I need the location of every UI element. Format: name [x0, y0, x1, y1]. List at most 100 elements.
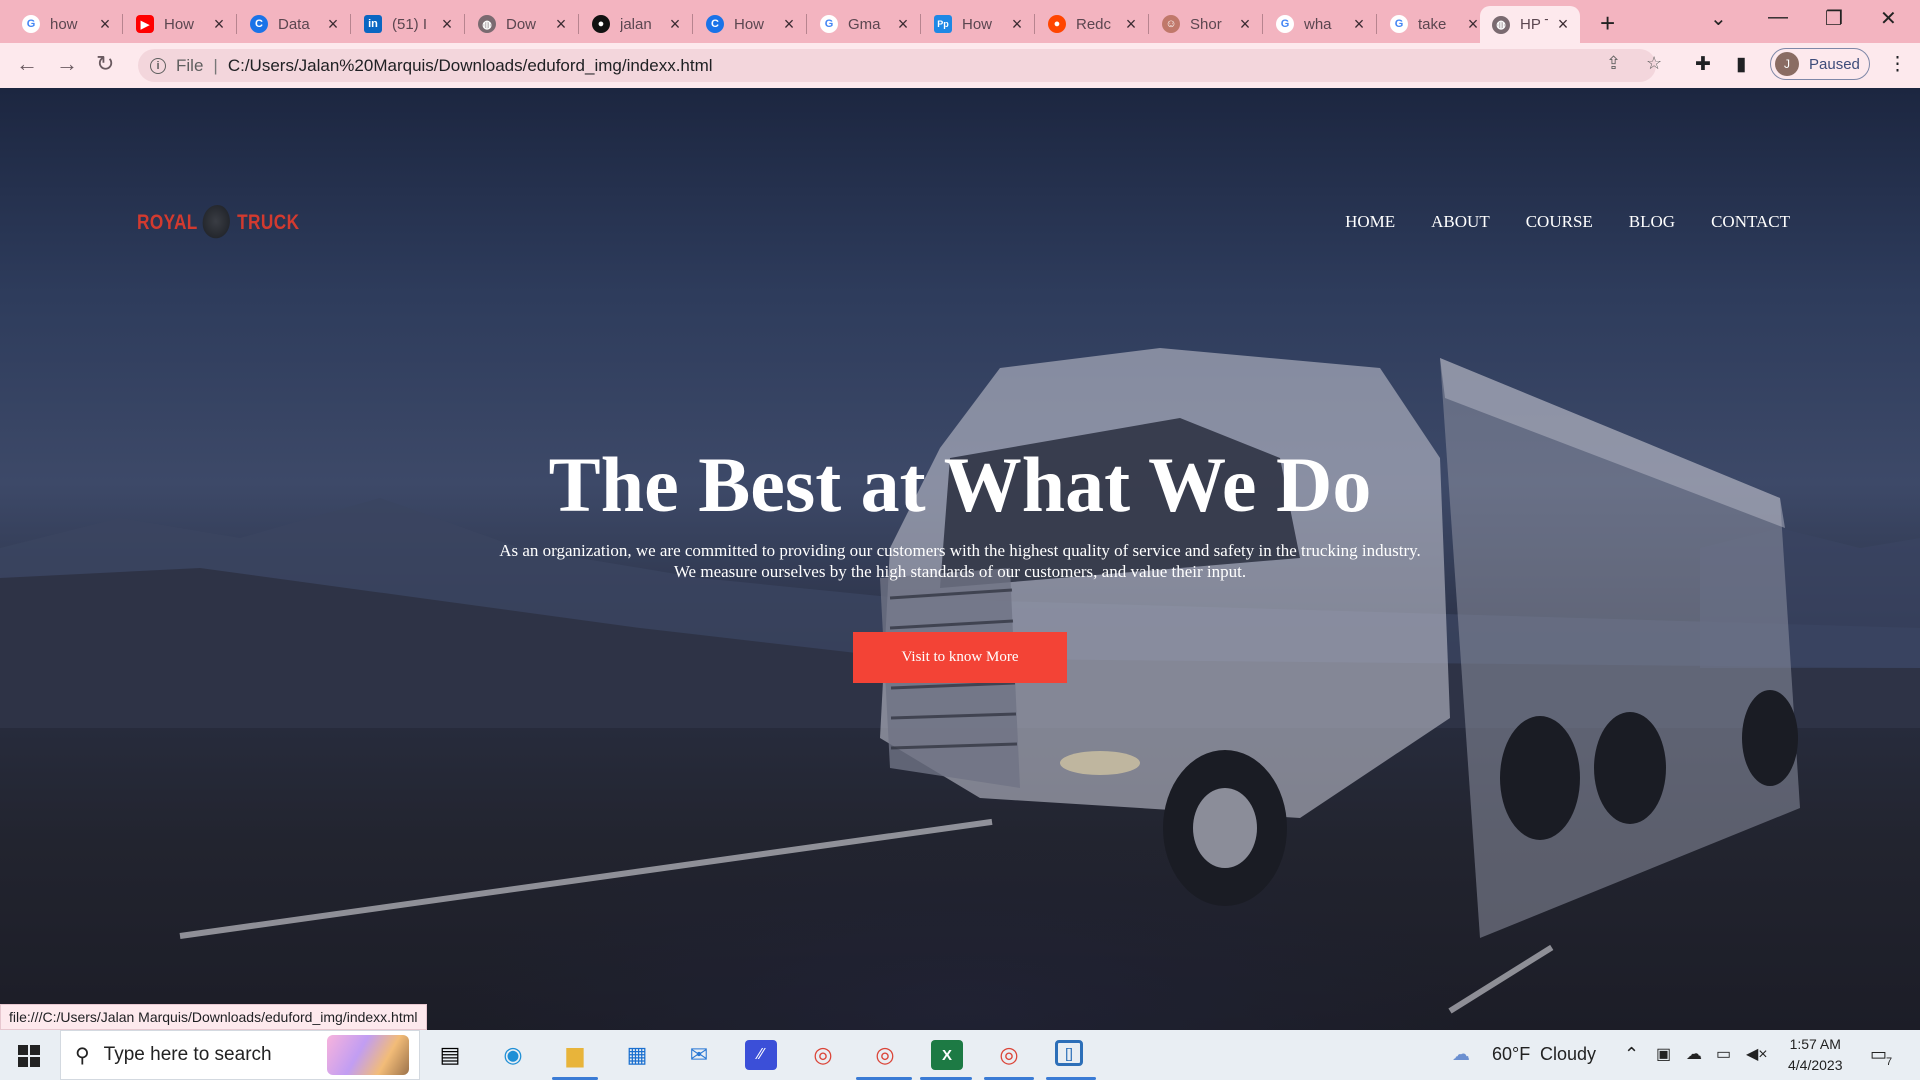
browser-tab[interactable]: ☺ Shor ×: [1150, 6, 1263, 42]
show-hidden-chevron-icon[interactable]: ⌃: [1624, 1044, 1639, 1065]
minimize-icon[interactable]: —: [1768, 6, 1788, 29]
back-arrow-icon[interactable]: ←: [16, 51, 38, 77]
google-icon: G: [1276, 15, 1294, 33]
browser-tab[interactable]: C How ×: [694, 6, 807, 42]
windows-start-icon[interactable]: [18, 1045, 40, 1067]
browser-tab[interactable]: ▶ How ×: [124, 6, 237, 42]
tab-title: Redc: [1076, 15, 1112, 33]
close-icon[interactable]: ×: [1554, 14, 1572, 35]
meet-now-icon[interactable]: ▣: [1656, 1044, 1671, 1064]
browser-tab-active[interactable]: ◍ HP T ×: [1480, 6, 1580, 43]
browser-tab[interactable]: ● Redc ×: [1036, 6, 1149, 42]
close-icon[interactable]: ×: [1350, 14, 1368, 35]
new-tab-icon[interactable]: +: [1600, 8, 1615, 39]
browser-tab[interactable]: in (51) I ×: [352, 6, 465, 42]
close-icon[interactable]: ×: [666, 14, 684, 35]
extensions-puzzle-icon[interactable]: ✚: [1695, 53, 1711, 76]
hero-description-line: We measure ourselves by the high standar…: [673, 562, 1247, 581]
url-text[interactable]: C:/Users/Jalan%20Marquis/Downloads/edufo…: [228, 56, 713, 76]
weather-temp[interactable]: 60°F: [1492, 1044, 1530, 1065]
system-clock[interactable]: 1:57 AM 4/4/2023: [1788, 1034, 1843, 1076]
globe-icon: ◍: [478, 15, 496, 33]
youtube-icon: ▶: [136, 15, 154, 33]
share-icon[interactable]: ⇪: [1606, 53, 1621, 74]
tab-title: Dow: [506, 15, 537, 33]
logo-text-left: ROYAL: [137, 211, 198, 234]
browser-tab[interactable]: ◍ Dow ×: [466, 6, 579, 42]
browser-tab[interactable]: G take ×: [1378, 6, 1490, 42]
logo-text-right: TRUCK: [237, 211, 300, 234]
battery-icon[interactable]: ▭: [1716, 1044, 1731, 1064]
hero-title: The Best at What We Do: [548, 441, 1372, 528]
road-marking: [1448, 944, 1554, 1014]
github-icon: ●: [592, 15, 610, 33]
tab-title: How: [962, 15, 993, 33]
browser-tab[interactable]: G Gma ×: [808, 6, 921, 42]
task-view-icon[interactable]: ▤: [434, 1040, 466, 1070]
tab-search-chevron-icon[interactable]: ⌄: [1710, 6, 1727, 31]
tab-title: Gma: [848, 15, 881, 33]
avatar: J: [1775, 52, 1799, 76]
menu-dots-icon[interactable]: ⋮: [1888, 53, 1907, 76]
close-icon[interactable]: ×: [552, 14, 570, 35]
tab-title: (51) I: [392, 15, 428, 33]
close-icon[interactable]: ×: [780, 14, 798, 35]
excel-icon[interactable]: X: [931, 1040, 963, 1070]
taskbar: ⚲ Type here to search ▤ ◉ ▆ ▦ ✉ ⁄⁄ ◎ ◎ X…: [0, 1030, 1920, 1080]
close-icon[interactable]: ×: [894, 14, 912, 35]
browser-tab[interactable]: Pp How ×: [922, 6, 1035, 42]
nav-blog[interactable]: BLOG: [1629, 212, 1675, 232]
forward-arrow-icon[interactable]: →: [56, 51, 78, 77]
tab-title: how: [50, 15, 78, 33]
address-bar[interactable]: i File | C:/Users/Jalan%20Marquis/Downlo…: [138, 49, 1656, 82]
window-close-icon[interactable]: ✕: [1880, 6, 1897, 31]
bookmark-star-icon[interactable]: ☆: [1646, 53, 1662, 74]
side-panel-icon[interactable]: ▮: [1736, 53, 1746, 76]
notification-count: 7: [1886, 1056, 1893, 1068]
search-highlight-image: [327, 1035, 409, 1075]
close-icon[interactable]: ×: [210, 14, 228, 35]
visit-know-more-button[interactable]: Visit to know More: [853, 632, 1067, 683]
browser-tab[interactable]: ● jalan ×: [580, 6, 693, 42]
tab-title: How: [164, 15, 195, 33]
browser-tab[interactable]: G wha ×: [1264, 6, 1377, 42]
google-icon: G: [1390, 15, 1408, 33]
notification-center-icon[interactable]: ▭: [1870, 1044, 1887, 1065]
tab-title: Shor: [1190, 15, 1222, 33]
close-icon[interactable]: ×: [1122, 14, 1140, 35]
browser-tab[interactable]: G how ×: [10, 6, 123, 42]
mail-icon[interactable]: ✉: [683, 1040, 715, 1070]
info-icon[interactable]: i: [150, 57, 166, 74]
microsoft-store-icon[interactable]: ▦: [621, 1040, 653, 1070]
link-status-bubble: file:///C:/Users/Jalan Marquis/Downloads…: [0, 1004, 427, 1030]
chrome-icon[interactable]: ◎: [993, 1040, 1025, 1070]
close-icon[interactable]: ×: [1008, 14, 1026, 35]
url-scheme: File: [176, 55, 204, 75]
close-icon[interactable]: ×: [96, 14, 114, 35]
weather-condition[interactable]: Cloudy: [1540, 1044, 1596, 1065]
taskbar-search-box[interactable]: ⚲ Type here to search: [60, 1030, 420, 1080]
chrome-icon[interactable]: ◎: [807, 1040, 839, 1070]
profile-button[interactable]: J Paused: [1770, 48, 1870, 80]
chrome-profile-icon[interactable]: ◎: [869, 1040, 901, 1070]
restore-icon[interactable]: ❐: [1825, 6, 1843, 31]
close-icon[interactable]: ×: [324, 14, 342, 35]
nav-course[interactable]: COURSE: [1526, 212, 1593, 232]
nav-contact[interactable]: CONTACT: [1711, 212, 1790, 232]
powerapp-icon[interactable]: ⁄⁄: [745, 1040, 777, 1070]
close-icon[interactable]: ×: [1236, 14, 1254, 35]
tab-title: take: [1418, 15, 1447, 33]
browser-tab[interactable]: C Data ×: [238, 6, 351, 42]
tab-strip: G how × ▶ How × C Data × in (51) I × ◍ D…: [0, 0, 1920, 43]
file-explorer-icon[interactable]: ▆: [559, 1040, 591, 1070]
code-app-icon[interactable]: []: [1055, 1040, 1083, 1066]
reload-icon[interactable]: ↻: [96, 51, 114, 77]
edge-icon[interactable]: ◉: [497, 1040, 529, 1070]
onedrive-icon[interactable]: ☁: [1686, 1044, 1702, 1064]
close-icon[interactable]: ×: [438, 14, 456, 35]
nav-about[interactable]: ABOUT: [1431, 212, 1490, 232]
site-logo[interactable]: ROYAL TRUCK: [137, 205, 299, 241]
search-icon: ⚲: [75, 1044, 90, 1067]
speaker-muted-icon[interactable]: ◀×: [1746, 1044, 1768, 1064]
nav-home[interactable]: HOME: [1345, 212, 1395, 232]
